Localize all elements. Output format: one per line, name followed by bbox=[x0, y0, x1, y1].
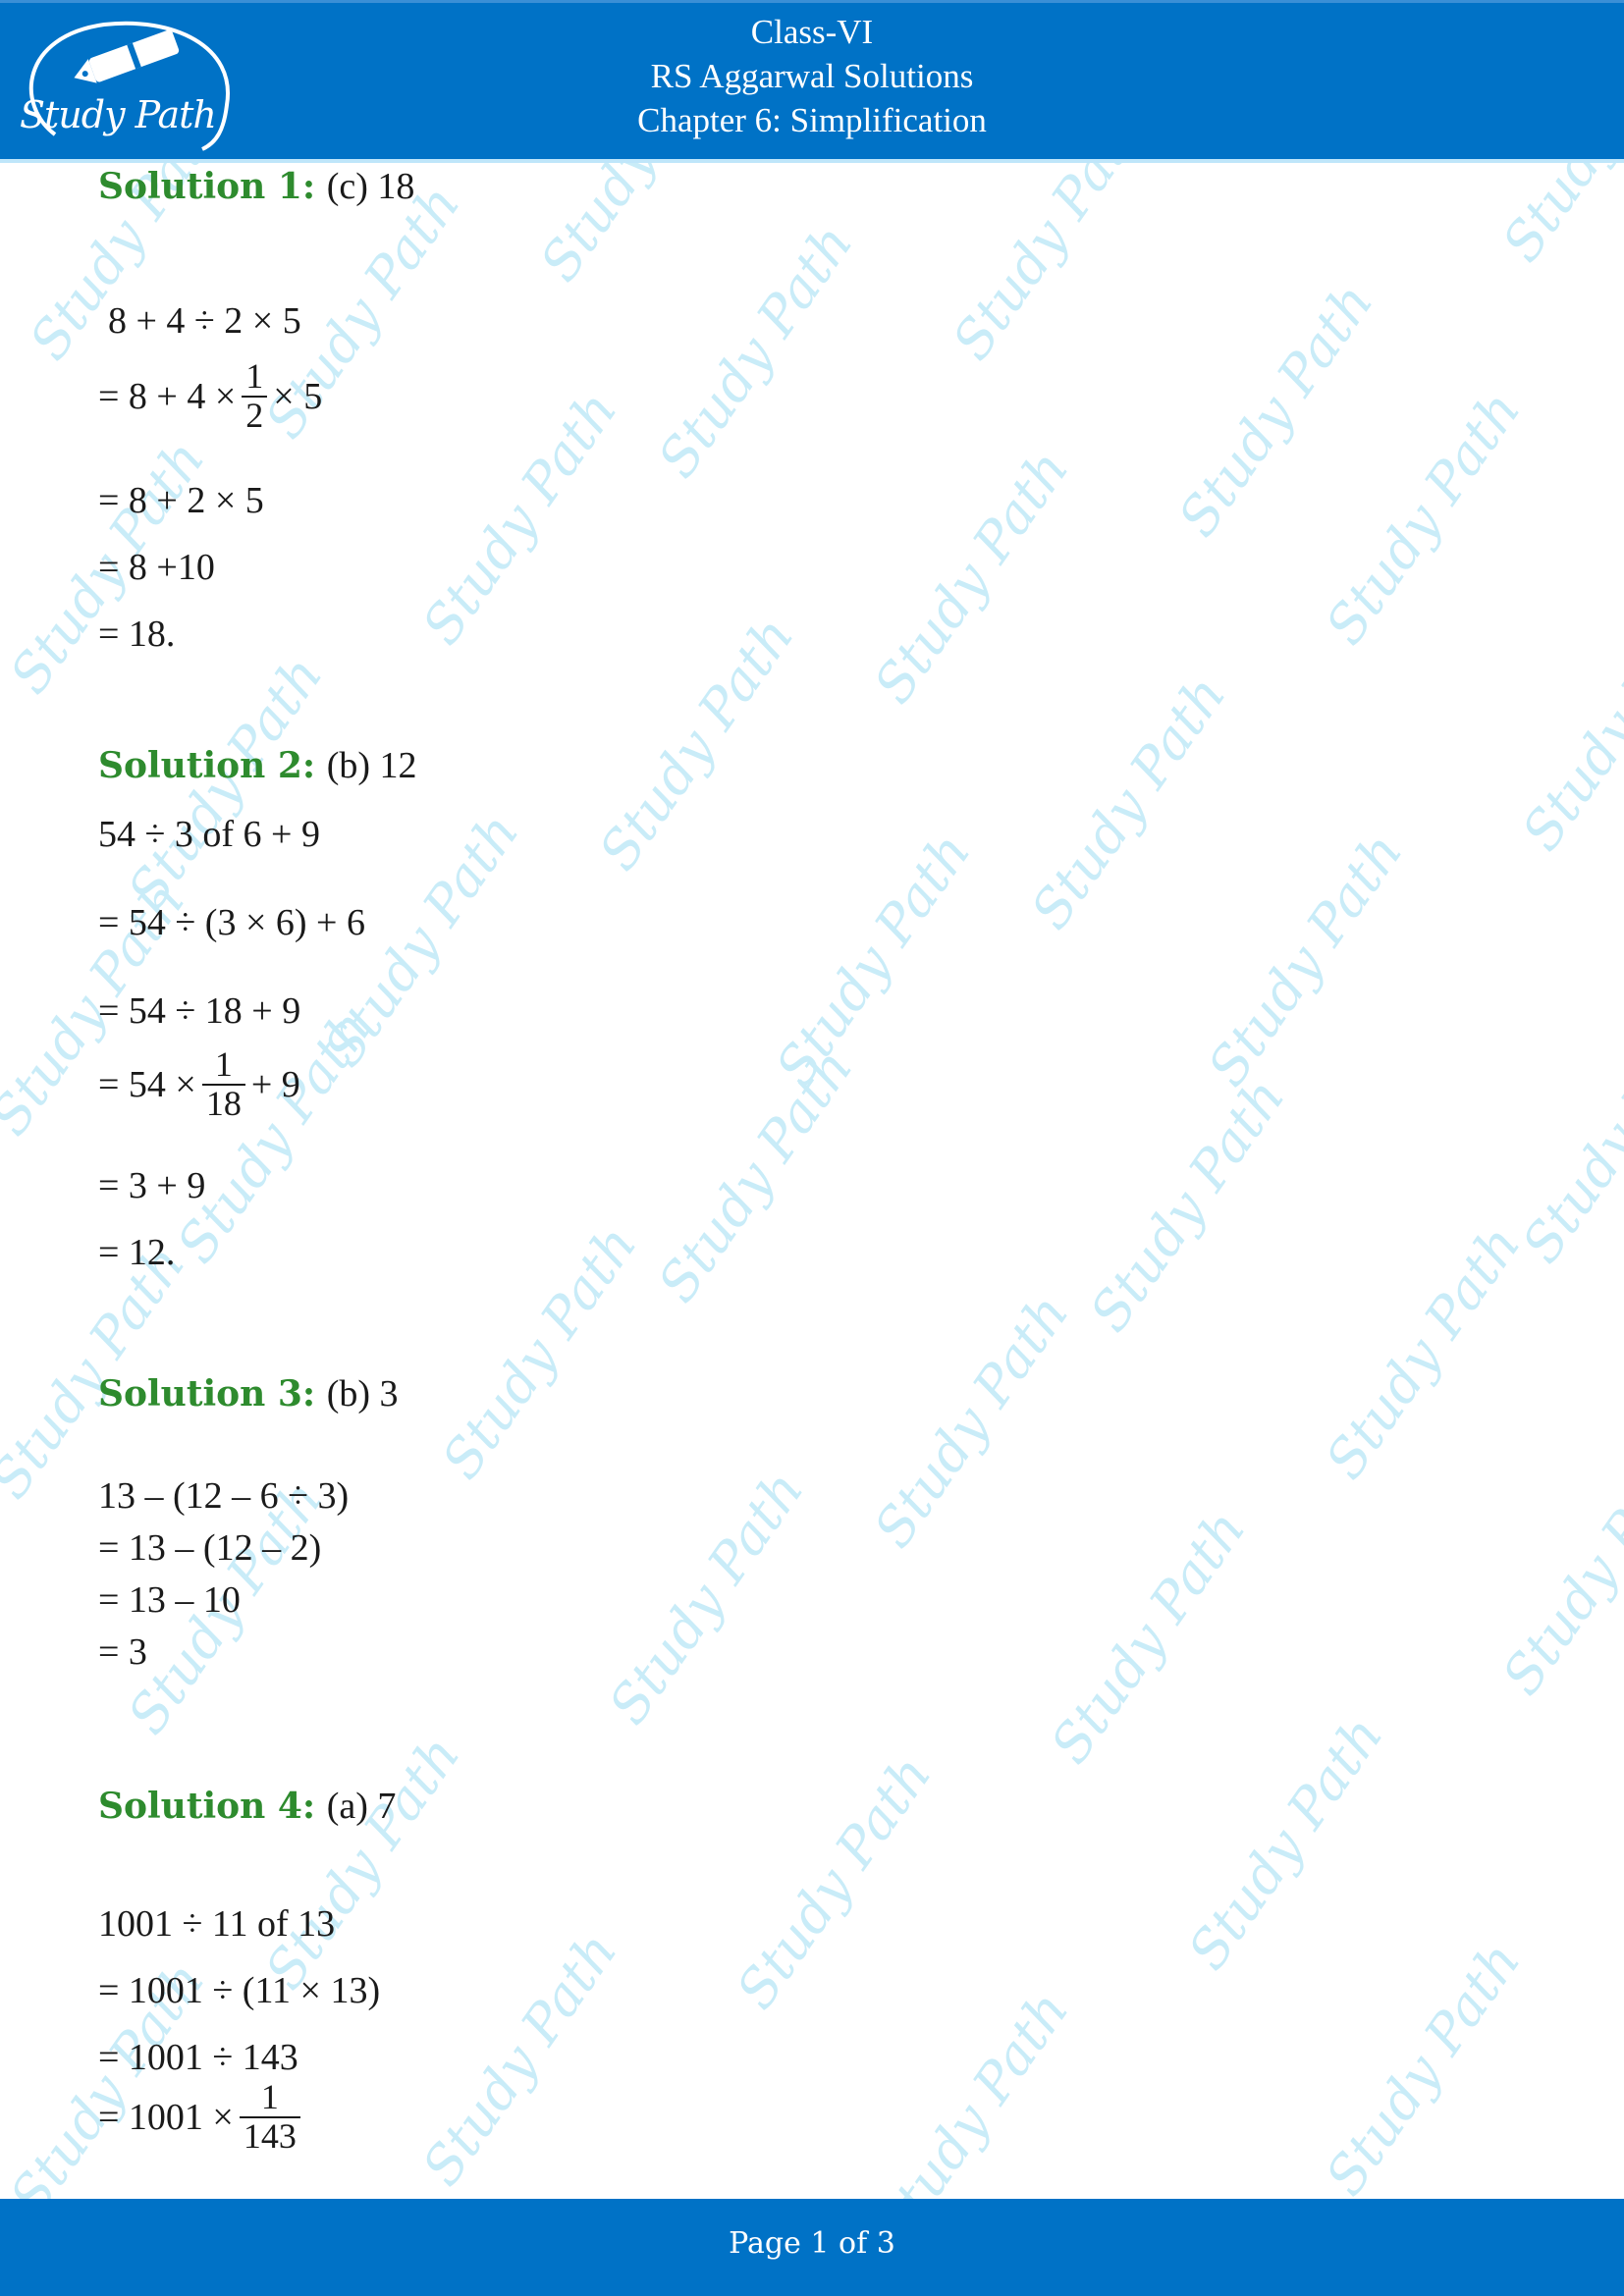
class-title: Class-VI bbox=[750, 13, 874, 51]
equation-suffix: × 5 bbox=[273, 375, 323, 417]
watermark: Study Path bbox=[861, 1283, 1081, 1559]
solution-heading: Solution 1: (c) 18 bbox=[98, 165, 414, 208]
equation-suffix: + 9 bbox=[250, 1063, 300, 1105]
equation-step: 13 – (12 – 6 ÷ 3) bbox=[98, 1475, 350, 1517]
solution-label: Solution 3: bbox=[98, 1373, 316, 1415]
solution-heading: Solution 4: (a) 7 bbox=[98, 1785, 396, 1828]
equation-step: = 8 + 4 × 1 2 × 5 bbox=[98, 356, 323, 435]
watermark: Study Path bbox=[586, 606, 806, 881]
equation-step: = 54 × 1 18 + 9 bbox=[98, 1044, 300, 1123]
fraction: 1 143 bbox=[239, 2077, 300, 2156]
watermark: Study Path bbox=[1165, 272, 1385, 548]
fraction-numerator: 1 bbox=[260, 2077, 279, 2116]
watermark: Study Path bbox=[724, 1744, 944, 2020]
solution-label: Solution 2: bbox=[98, 745, 316, 786]
equation-step: = 8 +10 bbox=[98, 547, 215, 588]
watermark: Study Path bbox=[409, 380, 629, 656]
watermark: Study Path bbox=[861, 1980, 1081, 2199]
watermark-layer: Study Path Study Path Study Path Study Path… bbox=[0, 163, 1624, 2199]
watermark: Study Path bbox=[528, 163, 747, 293]
chapter-title: Chapter 6: Simplification bbox=[637, 101, 987, 139]
equation-step: = 13 – (12 – 2) bbox=[98, 1527, 322, 1569]
watermark: Study Path bbox=[1313, 1214, 1533, 1490]
solution-answer: (a) 7 bbox=[326, 1786, 397, 1827]
watermark: Study Path bbox=[1313, 380, 1533, 656]
solution-heading: Solution 3: (b) 3 bbox=[98, 1372, 399, 1415]
watermark: Study Path bbox=[1490, 163, 1624, 273]
equation-prefix: = 8 + 4 × bbox=[98, 375, 237, 417]
equation-step: = 54 ÷ (3 × 6) + 6 bbox=[98, 902, 365, 943]
equation-step: = 3 + 9 bbox=[98, 1165, 206, 1206]
equation-step: = 13 – 10 bbox=[98, 1579, 241, 1621]
equation-prefix: = 54 × bbox=[98, 1063, 196, 1105]
equation-step: = 1001 ÷ (11 × 13) bbox=[98, 1970, 381, 2011]
equation-step: 54 ÷ 3 of 6 + 9 bbox=[98, 814, 320, 855]
equation-prefix: = 1001 × bbox=[98, 2096, 234, 2138]
solution-label: Solution 1: bbox=[98, 166, 316, 207]
equation-step: = 8 + 2 × 5 bbox=[98, 480, 264, 521]
watermark: Study Path bbox=[1489, 1430, 1624, 1706]
solution-label: Solution 4: bbox=[98, 1786, 316, 1827]
watermark: Study Path bbox=[1175, 1705, 1395, 1981]
equation-step: 1001 ÷ 11 of 13 bbox=[98, 1903, 336, 1945]
fraction: 12 bbox=[242, 356, 268, 435]
fraction-denominator: 2 bbox=[242, 395, 268, 435]
fraction-denominator: 18 bbox=[201, 1083, 245, 1123]
equation-step: = 1001 × 1 143 bbox=[98, 2077, 306, 2156]
watermark: Study Path bbox=[645, 213, 865, 489]
equation-step: 8 + 4 ÷ 2 × 5 bbox=[108, 300, 301, 342]
book-title: RS Aggarwal Solutions bbox=[650, 57, 974, 95]
fraction-numerator: 1 bbox=[245, 356, 264, 396]
fraction-denominator: 143 bbox=[239, 2115, 300, 2156]
watermark: Study Path bbox=[940, 163, 1160, 371]
watermark: Study Path bbox=[763, 822, 983, 1097]
page-footer: Page 1 of 3 bbox=[0, 2199, 1624, 2296]
watermark: Study Path bbox=[1038, 1499, 1258, 1775]
equation-step: = 54 ÷ 18 + 9 bbox=[98, 990, 301, 1032]
watermark: Study Path bbox=[1077, 1067, 1297, 1343]
fraction-numerator: 1 bbox=[214, 1044, 233, 1084]
watermark: Study Path bbox=[596, 1460, 816, 1735]
watermark: Study Path bbox=[429, 1214, 649, 1490]
equation-step: = 12. bbox=[98, 1232, 176, 1273]
watermark: Study Path bbox=[1509, 998, 1624, 1274]
solution-answer: (c) 18 bbox=[326, 166, 415, 207]
equation-step: = 18. bbox=[98, 614, 176, 655]
equation-step: = 1001 ÷ 143 bbox=[98, 2037, 298, 2078]
page-header: Study Path Class-VI RS Aggarwal Solution… bbox=[0, 0, 1624, 159]
solution-heading: Solution 2: (b) 12 bbox=[98, 744, 417, 787]
solution-answer: (b) 3 bbox=[326, 1373, 399, 1415]
equation-step: = 3 bbox=[98, 1631, 147, 1673]
watermark: Study Path bbox=[861, 439, 1081, 715]
solution-answer: (b) 12 bbox=[326, 745, 417, 786]
watermark: Study Path bbox=[252, 1725, 472, 2001]
watermark: Study Path bbox=[1195, 822, 1415, 1097]
watermark: Study Path bbox=[409, 1921, 629, 2197]
page-number: Page 1 of 3 bbox=[729, 2226, 895, 2261]
fraction: 1 18 bbox=[201, 1044, 245, 1123]
watermark: Study Path bbox=[1509, 586, 1624, 862]
watermark: Study Path bbox=[1018, 665, 1238, 940]
header-divider bbox=[0, 159, 1624, 163]
watermark: Study Path bbox=[1313, 1931, 1533, 2199]
watermark: Study Path bbox=[645, 1038, 865, 1313]
watermark: Study Path bbox=[164, 998, 384, 1274]
